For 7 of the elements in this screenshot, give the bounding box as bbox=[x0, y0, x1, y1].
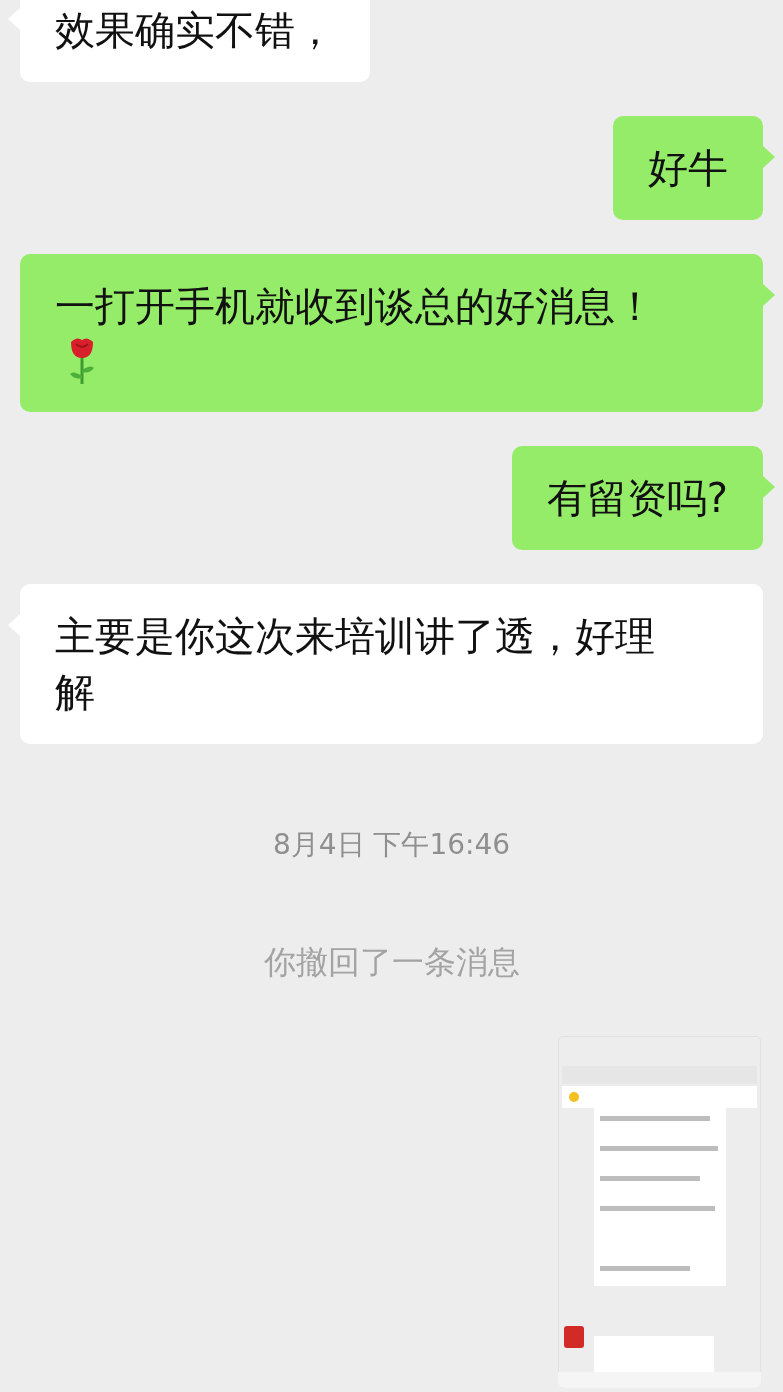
message-text: 有留资吗? bbox=[546, 474, 728, 523]
message-text: 效果确实不错， bbox=[55, 6, 335, 55]
message-text: 一打开手机就收到谈总的好消息！ bbox=[55, 282, 656, 331]
timestamp: 8月4日 下午16:46 bbox=[272, 827, 511, 863]
message-text: 主要是你这次来培训讲了透，好理解 bbox=[55, 612, 656, 717]
system-notice: 你撤回了一条消息 bbox=[263, 942, 520, 983]
message-text: 好牛 bbox=[648, 144, 728, 193]
